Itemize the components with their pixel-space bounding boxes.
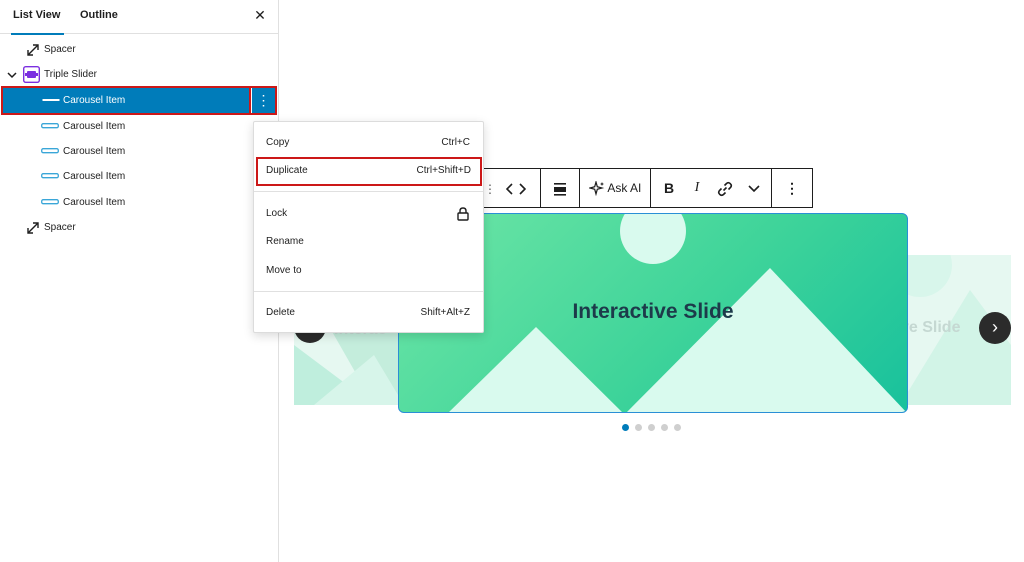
slider-dot[interactable]	[648, 424, 655, 431]
tree-item-carousel-item[interactable]: Carousel Item	[0, 139, 276, 164]
carousel-item-icon	[41, 148, 59, 154]
menu-item-duplicate[interactable]: Duplicate Ctrl+Shift+D	[256, 157, 482, 186]
slider-dot[interactable]	[674, 424, 681, 431]
toolbar-divider	[579, 169, 580, 207]
more-options-icon: ⋮	[785, 180, 799, 196]
slider-dot[interactable]	[661, 424, 668, 431]
tree-item-carousel-item[interactable]: Carousel Item	[0, 164, 276, 189]
menu-item-shortcut: Ctrl+C	[441, 137, 470, 148]
block-options-menu: Copy Ctrl+C Duplicate Ctrl+Shift+D Lock …	[253, 121, 484, 333]
menu-item-label: Rename	[266, 236, 304, 247]
resize-arrow-icon	[27, 44, 39, 56]
menu-item-shortcut: Ctrl+Shift+D	[416, 165, 471, 176]
resize-arrow-icon	[27, 222, 39, 234]
tree-item-label: Spacer	[44, 222, 76, 233]
toolbar-divider	[650, 169, 651, 207]
sparkle-icon	[587, 179, 604, 197]
menu-item-label: Duplicate	[266, 165, 308, 176]
toolbar-divider	[771, 169, 772, 207]
menu-item-move-to[interactable]: Move to	[254, 257, 483, 285]
carousel-item-icon	[41, 199, 59, 205]
more-options-icon: ⋮	[256, 92, 271, 108]
menu-divider	[254, 191, 483, 192]
tree-item-carousel-item[interactable]: Carousel Item	[0, 114, 276, 139]
carousel-item-icon	[42, 99, 60, 101]
ask-ai-button[interactable]: Ask AI	[585, 169, 645, 207]
tree-item-spacer[interactable]: Spacer	[0, 37, 276, 62]
menu-divider	[254, 291, 483, 292]
tree-item-label: Carousel Item	[63, 121, 126, 132]
tree-item-label: Carousel Item	[63, 146, 126, 157]
carousel-item-icon	[41, 123, 59, 129]
ask-ai-label: Ask AI	[607, 181, 642, 195]
align-icon	[554, 183, 566, 196]
tree-item-carousel-item[interactable]: Carousel Item ⋮	[1, 86, 277, 115]
tab-outline[interactable]: Outline	[80, 0, 118, 34]
chevron-down-icon[interactable]	[7, 71, 17, 79]
menu-item-delete[interactable]: Delete Shift+Alt+Z	[254, 299, 483, 327]
menu-item-copy[interactable]: Copy Ctrl+C	[254, 129, 483, 157]
move-button[interactable]	[501, 169, 531, 207]
link-button[interactable]	[714, 169, 736, 207]
chevron-down-icon	[748, 185, 760, 193]
menu-item-label: Copy	[266, 137, 290, 148]
tree-item-label: Carousel Item	[63, 95, 126, 106]
move-arrows-icon	[505, 183, 527, 195]
tree-item-options-button[interactable]: ⋮	[249, 86, 277, 115]
tree-item-label: Spacer	[44, 44, 76, 55]
lock-icon	[457, 207, 469, 221]
menu-item-label: Delete	[266, 307, 295, 318]
slider-dot[interactable]	[635, 424, 642, 431]
tree-item-triple-slider[interactable]: Triple Slider	[0, 62, 276, 87]
next-slide-title: ve Slide	[900, 319, 961, 336]
menu-item-shortcut: Shift+Alt+Z	[420, 307, 470, 318]
link-icon	[717, 182, 733, 197]
more-formatting-button[interactable]	[743, 169, 765, 207]
tree-item-label: Triple Slider	[44, 69, 97, 80]
bold-button[interactable]: B	[658, 169, 680, 207]
tree-item-label: Carousel Item	[63, 197, 126, 208]
list-view-sidebar: List View Outline ✕ Spacer Triple Slider…	[0, 0, 279, 562]
chevron-right-icon: ›	[992, 317, 998, 337]
italic-button[interactable]: I	[686, 169, 708, 207]
menu-item-lock[interactable]: Lock	[254, 200, 483, 228]
close-button[interactable]: ✕	[251, 6, 269, 24]
menu-item-label: Move to	[266, 265, 302, 276]
slider-block-icon	[23, 66, 40, 83]
drag-handle-icon: ⋮	[484, 182, 496, 196]
tree-item-label: Carousel Item	[63, 171, 126, 182]
menu-item-rename[interactable]: Rename	[254, 228, 483, 256]
next-slide-button[interactable]: ›	[979, 312, 1011, 344]
block-toolbar: ⋮ Ask AI B I ⋮	[470, 168, 813, 208]
tab-list-view[interactable]: List View	[10, 0, 66, 35]
editor-screen: Interac ve Slide ‹ › Interactive Slide ⋮	[0, 0, 1024, 562]
tree-item-spacer[interactable]: Spacer	[0, 215, 276, 240]
carousel-item-icon	[41, 173, 59, 179]
align-button[interactable]	[549, 169, 571, 207]
bold-icon: B	[663, 180, 675, 196]
close-icon: ✕	[254, 7, 266, 23]
menu-item-label: Lock	[266, 208, 288, 219]
drag-handle-button[interactable]: ⋮	[483, 169, 497, 207]
sidebar-tabs: List View Outline ✕	[0, 0, 279, 35]
italic-icon: I	[694, 180, 700, 195]
slider-dot[interactable]	[622, 424, 629, 431]
block-options-button[interactable]: ⋮	[781, 169, 803, 207]
tree-item-carousel-item[interactable]: Carousel Item	[0, 190, 276, 215]
toolbar-divider	[540, 169, 541, 207]
